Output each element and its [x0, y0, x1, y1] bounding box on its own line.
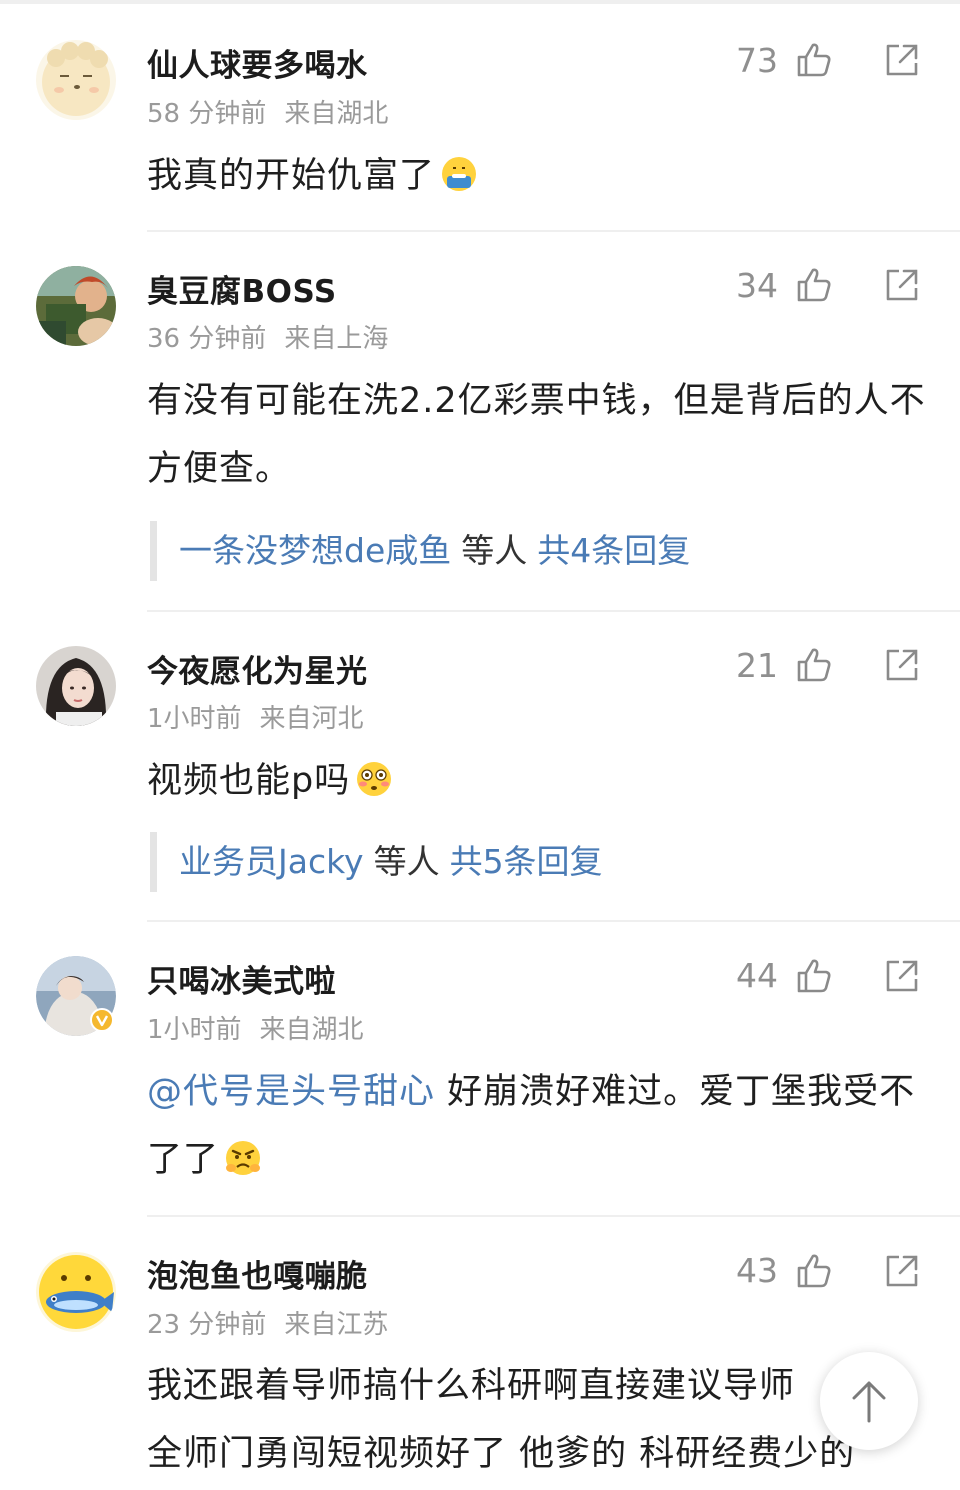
- comment-text-line: 全师门勇闯短视频好了 他爹的 科研经费少的: [147, 1434, 856, 1474]
- comment-location: 来自湖北: [259, 1015, 364, 1045]
- avatar[interactable]: [36, 646, 116, 726]
- share-icon[interactable]: [884, 267, 920, 303]
- angry-emoji-icon: [226, 1141, 261, 1175]
- share-icon[interactable]: [884, 1253, 920, 1289]
- thumbs-up-icon[interactable]: [796, 1253, 832, 1289]
- comment-text: 视频也能p吗: [147, 747, 937, 815]
- comment-list-page: 仙人球要多喝水 58 分钟前 来自湖北 73 我真的开始仇富了 臭豆腐BOSS …: [0, 0, 960, 1490]
- comment-text: 我还跟着导师搞什么科研啊直接建议导师 全师门勇闯短视频好了 他爹的 科研经费少的: [147, 1352, 937, 1488]
- comment-meta: 36 分钟前 来自上海: [147, 318, 388, 355]
- share-icon[interactable]: [884, 42, 920, 78]
- comment-location: 来自河北: [259, 704, 364, 734]
- comment-time: 58 分钟前: [147, 99, 267, 129]
- reply-etc-label: 等人: [461, 531, 528, 570]
- flushed-emoji-icon: [357, 762, 392, 796]
- share-icon[interactable]: [884, 958, 920, 994]
- comment-meta: 1小时前 来自湖北: [147, 1009, 364, 1046]
- thumbs-up-icon[interactable]: [796, 958, 832, 994]
- comment-location: 来自湖北: [284, 99, 389, 129]
- comment-text-content: 视频也能p吗: [147, 761, 351, 801]
- reply-summary[interactable]: 一条没梦想de咸鱼 等人 共4条回复: [150, 521, 690, 581]
- thumbs-up-icon[interactable]: [796, 42, 832, 78]
- reply-user-link[interactable]: 一条没梦想de咸鱼: [179, 531, 451, 570]
- username[interactable]: 只喝冰美式啦: [147, 956, 336, 1001]
- comment-time: 36 分钟前: [147, 324, 267, 354]
- comment-divider: [147, 1215, 960, 1217]
- comment-divider: [147, 610, 960, 612]
- comment-divider: [147, 230, 960, 232]
- mention-link[interactable]: @代号是头号甜心: [147, 1072, 435, 1112]
- comment-meta: 1小时前 来自河北: [147, 698, 364, 735]
- reply-total-link[interactable]: 共5条回复: [450, 842, 603, 881]
- username[interactable]: 泡泡鱼也嘎嘣脆: [147, 1251, 368, 1296]
- avatar[interactable]: [36, 1252, 116, 1332]
- comment-time: 1小时前: [147, 704, 242, 734]
- comment-text: 有没有可能在洗2.2亿彩票中钱，但是背后的人不方便查。: [147, 381, 926, 489]
- top-edge: [0, 0, 960, 4]
- like-count: 34: [736, 266, 778, 305]
- comment-meta: 23 分钟前 来自江苏: [147, 1304, 388, 1341]
- comment-time: 23 分钟前: [147, 1310, 267, 1340]
- like-count: 73: [736, 41, 778, 80]
- avatar[interactable]: [36, 956, 116, 1036]
- like-count: 44: [736, 956, 778, 995]
- comment-text-line: 我还跟着导师搞什么科研啊直接建议导师: [147, 1366, 796, 1406]
- avatar[interactable]: [36, 40, 116, 120]
- comment-meta: 58 分钟前 来自湖北: [147, 93, 388, 130]
- money-mouth-emoji-icon: [442, 157, 477, 191]
- username[interactable]: 臭豆腐BOSS: [147, 266, 337, 311]
- comment-text: @代号是头号甜心 好崩溃好难过。爱丁堡我受不了了: [147, 1058, 937, 1194]
- username[interactable]: 仙人球要多喝水: [147, 40, 368, 85]
- comment-location: 来自上海: [284, 324, 389, 354]
- thumbs-up-icon[interactable]: [796, 267, 832, 303]
- reply-user-link[interactable]: 业务员Jacky: [179, 842, 364, 881]
- reply-summary[interactable]: 业务员Jacky 等人 共5条回复: [150, 832, 603, 892]
- comment-time: 1小时前: [147, 1015, 242, 1045]
- share-icon[interactable]: [884, 647, 920, 683]
- comment-text-content: 我真的开始仇富了: [147, 156, 436, 196]
- comment-text: 我真的开始仇富了: [147, 142, 937, 210]
- avatar[interactable]: [36, 266, 116, 346]
- comment-location: 来自江苏: [284, 1310, 389, 1340]
- reply-total-link[interactable]: 共4条回复: [537, 531, 690, 570]
- like-count: 43: [736, 1251, 778, 1290]
- reply-etc-label: 等人: [373, 842, 440, 881]
- username[interactable]: 今夜愿化为星光: [147, 646, 368, 691]
- verified-badge-icon: [90, 1008, 114, 1032]
- comment-divider: [147, 920, 960, 922]
- scroll-to-top-button[interactable]: [820, 1352, 918, 1450]
- thumbs-up-icon[interactable]: [796, 647, 832, 683]
- like-count: 21: [736, 646, 778, 685]
- arrow-up-icon: [852, 1381, 886, 1423]
